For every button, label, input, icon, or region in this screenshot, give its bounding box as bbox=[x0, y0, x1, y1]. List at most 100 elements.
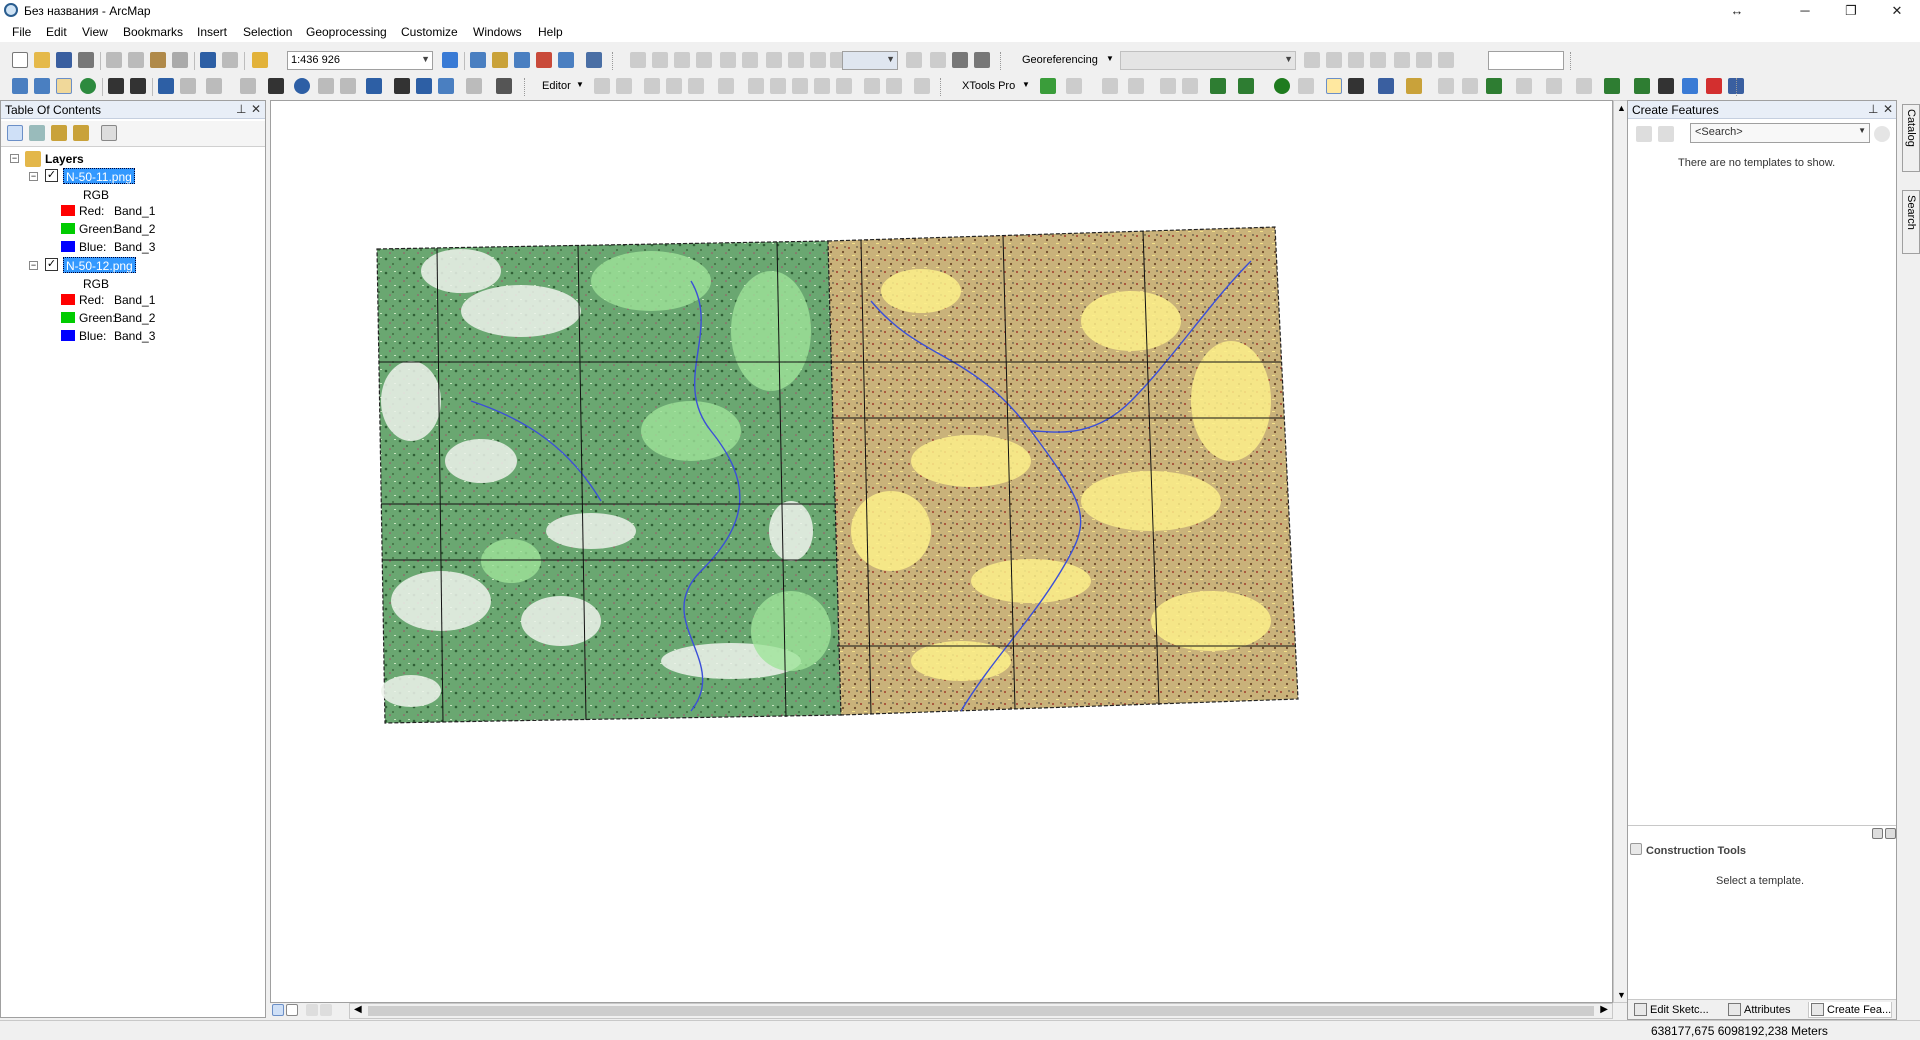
edit-vertices-icon[interactable] bbox=[748, 78, 764, 94]
edit-tool-icon[interactable] bbox=[594, 78, 610, 94]
open-icon[interactable] bbox=[34, 52, 50, 68]
edit-annotation-icon[interactable] bbox=[616, 78, 632, 94]
close-icon[interactable]: ✕ bbox=[1883, 102, 1893, 116]
menu-help[interactable]: Help bbox=[538, 25, 563, 39]
tab-create-features[interactable]: Create Fea... bbox=[1808, 1002, 1893, 1018]
search-icon[interactable] bbox=[1874, 126, 1890, 142]
list-by-visibility-icon[interactable] bbox=[51, 125, 67, 141]
xtools-move-icon[interactable] bbox=[1576, 78, 1592, 94]
clear-selection-icon[interactable] bbox=[240, 78, 256, 94]
toolbar-grip[interactable] bbox=[612, 52, 615, 70]
data-driven-pages-icon[interactable] bbox=[974, 52, 990, 68]
xtools-layer-icon[interactable] bbox=[1238, 78, 1254, 94]
zoom-100-icon[interactable] bbox=[788, 52, 804, 68]
map-canvas[interactable] bbox=[271, 101, 1613, 1003]
time-slider-icon[interactable] bbox=[466, 78, 482, 94]
pin-icon[interactable]: ⊥ bbox=[1868, 102, 1878, 116]
layout-view-icon[interactable] bbox=[286, 1004, 298, 1016]
layer-name[interactable]: N-50-11.png bbox=[63, 168, 135, 184]
menu-customize[interactable]: Customize bbox=[401, 25, 458, 39]
menu-geoprocessing[interactable]: Geoprocessing bbox=[306, 25, 387, 39]
cut-polygons-icon[interactable] bbox=[792, 78, 808, 94]
scroll-left-icon[interactable]: ◀ bbox=[354, 1004, 362, 1015]
layer-visibility-checkbox[interactable]: ✓ bbox=[45, 258, 58, 271]
xtools-convert-icon[interactable] bbox=[1128, 78, 1144, 94]
data-view-icon[interactable] bbox=[272, 1004, 284, 1016]
viewer-icon[interactable] bbox=[1416, 52, 1432, 68]
menu-edit[interactable]: Edit bbox=[46, 25, 67, 39]
tab-attributes[interactable]: Attributes bbox=[1726, 1002, 1790, 1018]
collapse-layer-icon[interactable]: − bbox=[29, 261, 38, 270]
create-features-icon[interactable] bbox=[914, 78, 930, 94]
xtools-select-icon[interactable] bbox=[1326, 78, 1342, 94]
map-scale-combo[interactable]: 1:436 926 ▼ bbox=[287, 51, 433, 70]
attributes-icon[interactable] bbox=[864, 78, 880, 94]
zoom-out-icon[interactable] bbox=[34, 78, 50, 94]
focus-data-frame-icon[interactable] bbox=[930, 52, 946, 68]
xtools-green-icon[interactable] bbox=[1486, 78, 1502, 94]
toolbar-grip[interactable] bbox=[1570, 52, 1573, 70]
organize-templates-icon[interactable] bbox=[1636, 126, 1652, 142]
map-horizontal-scrollbar[interactable]: ◀ ▶ bbox=[349, 1003, 1613, 1019]
zoom-in-fixed-icon[interactable] bbox=[630, 52, 646, 68]
point-icon[interactable] bbox=[718, 78, 734, 94]
rotate-icon[interactable] bbox=[1370, 52, 1386, 68]
menu-selection[interactable]: Selection bbox=[243, 25, 292, 39]
layers-root-label[interactable]: Layers bbox=[45, 151, 84, 167]
zoom-whole-page-icon[interactable] bbox=[766, 52, 782, 68]
xtools-add-icon[interactable] bbox=[1040, 78, 1056, 94]
paste-icon[interactable] bbox=[150, 52, 166, 68]
select-link-icon[interactable] bbox=[1348, 52, 1364, 68]
model-builder-icon[interactable] bbox=[586, 52, 602, 68]
menu-insert[interactable]: Insert bbox=[197, 25, 227, 39]
layer-extent-icon[interactable] bbox=[696, 52, 712, 68]
page-previous-icon[interactable] bbox=[810, 52, 826, 68]
xtools-table-icon[interactable] bbox=[1066, 78, 1082, 94]
fit-to-display-icon[interactable] bbox=[1304, 52, 1320, 68]
catalog-window-icon[interactable] bbox=[492, 52, 508, 68]
go-back-icon[interactable] bbox=[158, 78, 174, 94]
tab-edit-sketch[interactable]: Edit Sketc... bbox=[1632, 1002, 1709, 1018]
zoom-in-icon[interactable] bbox=[12, 78, 28, 94]
select-features-icon[interactable] bbox=[206, 78, 222, 94]
search-window-icon[interactable] bbox=[514, 52, 530, 68]
delete-icon[interactable] bbox=[172, 52, 188, 68]
save-icon[interactable] bbox=[56, 52, 72, 68]
maximize-button[interactable]: ❐ bbox=[1828, 0, 1874, 22]
close-icon[interactable]: ✕ bbox=[251, 102, 261, 116]
georeferencing-menu[interactable]: Georeferencing bbox=[1022, 54, 1098, 66]
identify-icon[interactable] bbox=[294, 78, 310, 94]
toolbar-grip[interactable] bbox=[524, 78, 527, 96]
refresh-icon[interactable] bbox=[1438, 52, 1454, 68]
xtools-merge-icon[interactable] bbox=[1438, 78, 1454, 94]
new-document-icon[interactable] bbox=[12, 52, 28, 68]
sketch-properties-icon[interactable] bbox=[886, 78, 902, 94]
menu-windows[interactable]: Windows bbox=[473, 25, 522, 39]
select-elements-icon[interactable] bbox=[268, 78, 284, 94]
find-route-icon[interactable] bbox=[416, 78, 432, 94]
scroll-up-icon[interactable]: ▲ bbox=[1617, 103, 1626, 113]
xtools-export-icon[interactable] bbox=[1210, 78, 1226, 94]
toggle-draft-icon[interactable] bbox=[906, 52, 922, 68]
georef-layer-combo[interactable]: ▼ bbox=[1120, 51, 1296, 70]
zoom-out-fixed-icon[interactable] bbox=[652, 52, 668, 68]
xtools-crosshair-icon[interactable] bbox=[1658, 78, 1674, 94]
layer-visibility-checkbox[interactable]: ✓ bbox=[45, 169, 58, 182]
xtools-eraser-icon[interactable] bbox=[1298, 78, 1314, 94]
xtools-pro-menu[interactable]: XTools Pro bbox=[962, 80, 1015, 92]
xtools-report-icon[interactable] bbox=[1378, 78, 1394, 94]
undo-icon[interactable] bbox=[200, 52, 216, 68]
toolbar-grip[interactable] bbox=[1736, 78, 1739, 96]
collapse-layer-icon[interactable]: − bbox=[29, 172, 38, 181]
xtools-split-icon[interactable] bbox=[1462, 78, 1478, 94]
reshape-icon[interactable] bbox=[770, 78, 786, 94]
xtools-copy-icon[interactable] bbox=[1546, 78, 1562, 94]
options-icon[interactable] bbox=[101, 125, 117, 141]
print-icon[interactable] bbox=[78, 52, 94, 68]
collapse-layers-icon[interactable]: − bbox=[10, 154, 19, 163]
close-button[interactable]: ✕ bbox=[1874, 0, 1920, 22]
find-icon[interactable] bbox=[394, 78, 410, 94]
xtools-measure-icon[interactable] bbox=[1682, 78, 1698, 94]
layer-name[interactable]: N-50-12.png bbox=[63, 257, 136, 273]
full-extent-globe-icon[interactable] bbox=[80, 78, 96, 94]
